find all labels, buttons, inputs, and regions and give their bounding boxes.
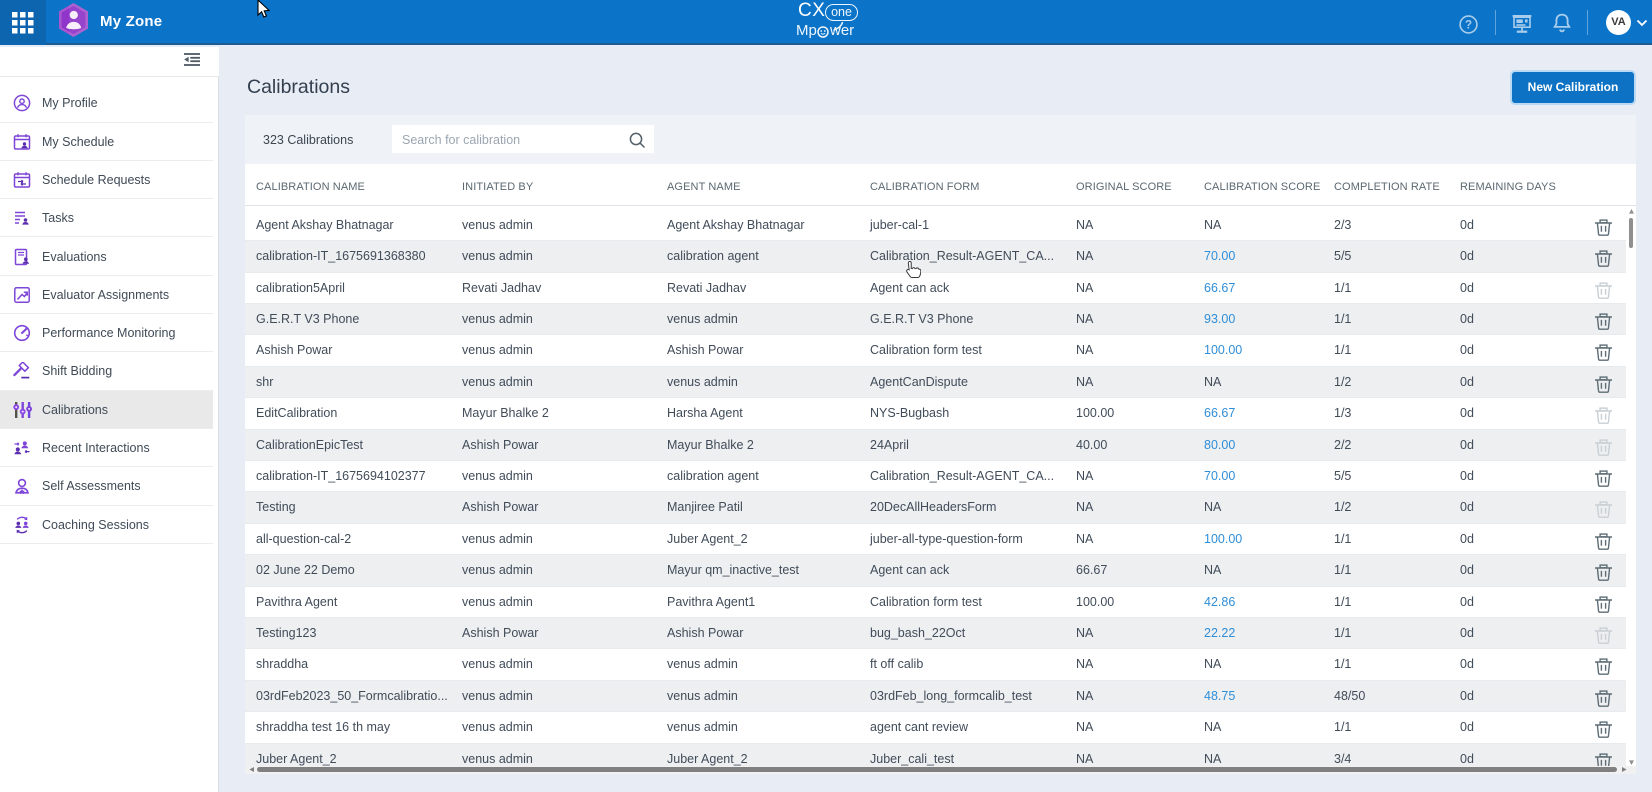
- svg-text:?: ?: [1465, 20, 1472, 32]
